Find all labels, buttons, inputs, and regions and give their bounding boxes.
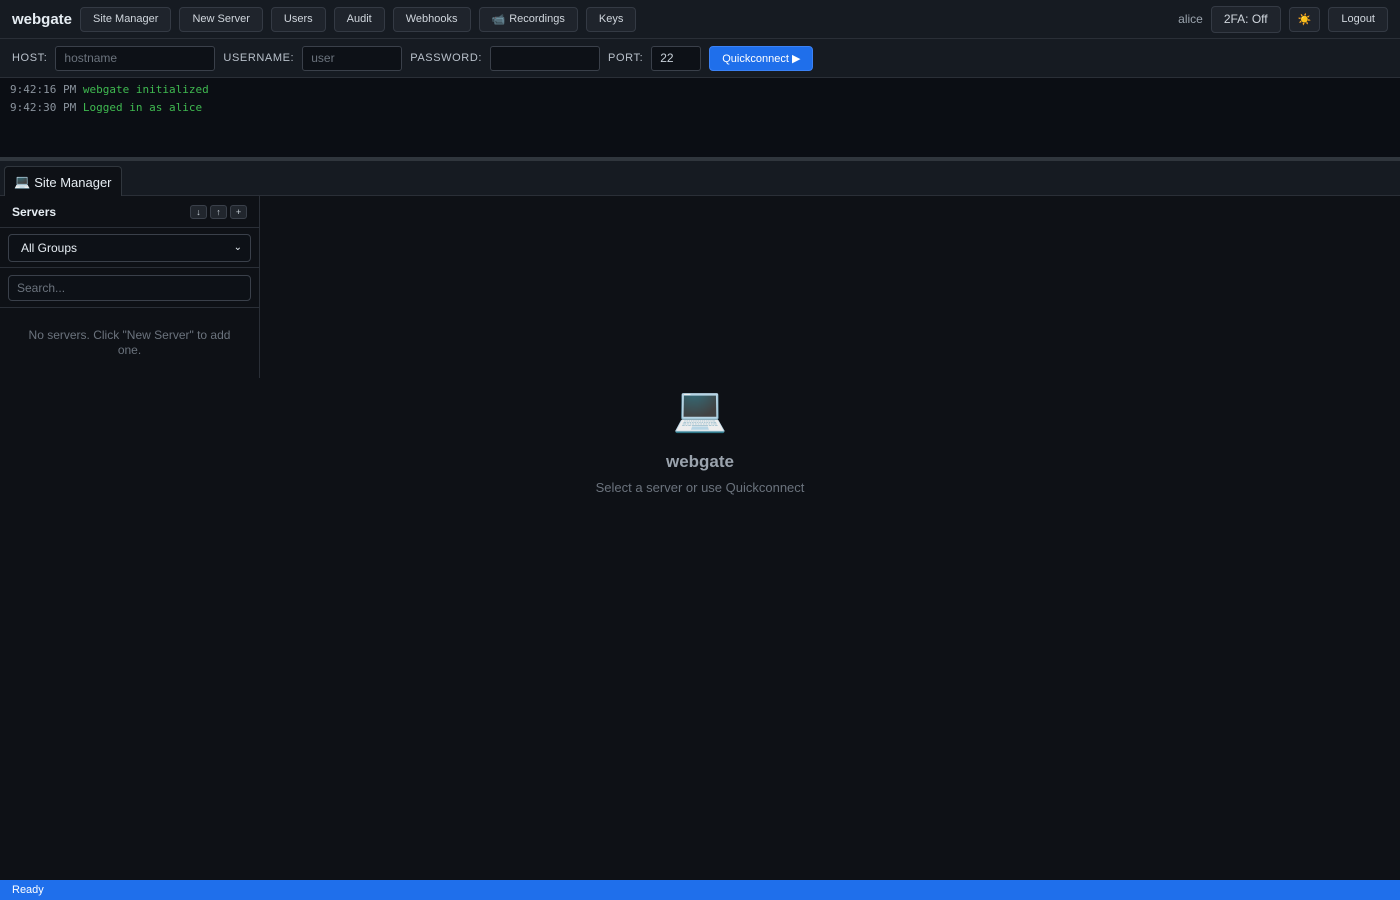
recordings-button[interactable]: 📹 Recordings bbox=[478, 6, 578, 32]
username-label: USERNAME: bbox=[223, 52, 295, 64]
log-entry: 9:42:16 PM webgate initialized bbox=[10, 83, 1390, 101]
group-select[interactable]: All Groups ⌄ bbox=[8, 233, 251, 262]
welcome-title: webgate bbox=[665, 452, 735, 471]
sidebar-title: Servers bbox=[12, 204, 57, 219]
username-input[interactable] bbox=[302, 45, 403, 71]
server-search-input[interactable] bbox=[8, 274, 251, 301]
add-icon[interactable]: + bbox=[230, 204, 247, 219]
theme-toggle-button[interactable]: ☀️ bbox=[1288, 6, 1321, 32]
port-input[interactable] bbox=[651, 45, 702, 71]
keys-button[interactable]: Keys bbox=[585, 6, 637, 32]
log-timestamp: 9:42:16 PM bbox=[10, 83, 77, 96]
empty-server-list-message: No servers. Click "New Server" to add on… bbox=[28, 328, 231, 357]
message-log[interactable]: 9:42:16 PM webgate initialized 9:42:30 P… bbox=[0, 78, 1400, 158]
users-button[interactable]: Users bbox=[270, 6, 326, 32]
group-select-value: All Groups bbox=[21, 240, 78, 255]
current-username: alice bbox=[1178, 12, 1203, 26]
status-bar: Ready bbox=[0, 880, 1400, 900]
log-message: webgate initialized bbox=[82, 83, 209, 96]
password-label: PASSWORD: bbox=[410, 52, 483, 64]
new-server-button[interactable]: New Server bbox=[179, 6, 263, 32]
laptop-icon: 💻 bbox=[672, 385, 728, 434]
app-brand: webgate bbox=[12, 10, 73, 28]
import-icon[interactable]: ↓ bbox=[190, 204, 207, 219]
two-factor-toggle-button[interactable]: 2FA: Off bbox=[1210, 5, 1281, 33]
host-input[interactable] bbox=[55, 45, 216, 71]
log-timestamp: 9:42:30 PM bbox=[10, 101, 77, 114]
logout-button[interactable]: Logout bbox=[1328, 6, 1388, 32]
log-entry: 9:42:30 PM Logged in as alice bbox=[10, 101, 1390, 119]
status-text: Ready bbox=[12, 884, 44, 896]
sidebar-header: Servers ↓ ↑ + bbox=[0, 196, 259, 228]
server-search-section bbox=[0, 268, 259, 308]
welcome-subtitle: Select a server or use Quickconnect bbox=[595, 480, 805, 495]
group-filter-section: All Groups ⌄ bbox=[0, 228, 259, 268]
recordings-label: Recordings bbox=[509, 13, 565, 25]
chevron-down-icon: ⌄ bbox=[233, 242, 242, 253]
welcome-panel: 💻 webgate Select a server or use Quickco… bbox=[0, 378, 1400, 495]
sun-icon: ☀️ bbox=[1297, 13, 1312, 26]
server-sidebar: Servers ↓ ↑ + All Groups ⌄ No servers. C… bbox=[0, 196, 260, 378]
top-bar: webgate Site Manager New Server Users Au… bbox=[0, 0, 1400, 39]
host-label: HOST: bbox=[12, 52, 48, 64]
export-icon[interactable]: ↑ bbox=[210, 204, 227, 219]
port-label: PORT: bbox=[608, 52, 644, 64]
quickconnect-bar: HOST: USERNAME: PASSWORD: PORT: Quickcon… bbox=[0, 39, 1400, 78]
video-camera-icon: 📹 bbox=[491, 13, 506, 26]
laptop-icon: 💻 bbox=[14, 174, 31, 189]
site-manager-button[interactable]: Site Manager bbox=[80, 6, 172, 32]
log-message: Logged in as alice bbox=[82, 101, 203, 114]
tab-site-manager[interactable]: 💻 Site Manager bbox=[4, 166, 122, 197]
tab-strip: 💻 Site Manager bbox=[0, 161, 1400, 197]
quickconnect-button[interactable]: Quickconnect ▶ bbox=[709, 45, 814, 71]
webhooks-button[interactable]: Webhooks bbox=[392, 6, 471, 32]
audit-button[interactable]: Audit bbox=[333, 6, 385, 32]
password-input[interactable] bbox=[490, 45, 601, 71]
tab-label: Site Manager bbox=[34, 174, 112, 190]
